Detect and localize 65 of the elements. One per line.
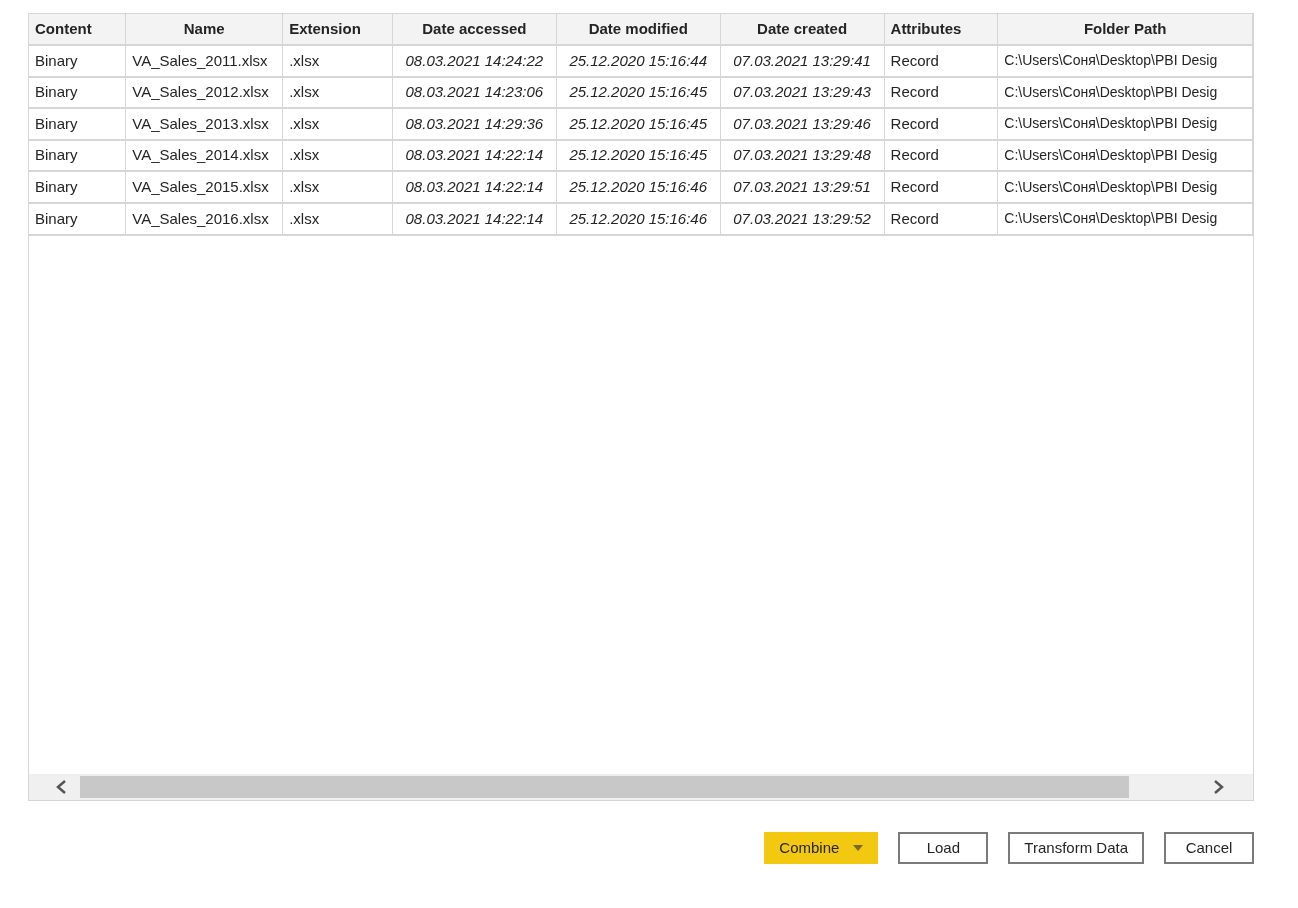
table-cell: Binary [29,108,126,140]
table-cell: .xlsx [282,139,393,172]
table-cell: 07.03.2021 13:29:48 [720,139,885,172]
table-cell: 25.12.2020 15:16:46 [556,171,721,203]
table-cell: 08.03.2021 14:22:14 [392,202,557,235]
column-header[interactable]: Content [29,14,126,45]
table-cell: 08.03.2021 14:23:06 [392,76,557,109]
horizontal-scrollbar[interactable] [29,774,1253,800]
table-cell: Record [884,76,998,109]
column-header[interactable]: Attributes [884,14,998,45]
column-header[interactable]: Date accessed [392,14,557,45]
chevron-right-icon[interactable] [1213,780,1225,794]
table-cell: 25.12.2020 15:16:45 [556,108,721,140]
table-cell: .xlsx [282,45,393,77]
table-cell: Binary [29,76,126,109]
column-header[interactable]: Date modified [556,14,721,45]
table-cell: Record [884,139,998,172]
caret-icon [853,845,864,851]
table-cell: 25.12.2020 15:16:45 [556,76,721,109]
table-cell: 08.03.2021 14:22:14 [392,171,557,203]
table-cell: .xlsx [282,108,393,140]
table-cell: 25.12.2020 15:16:46 [556,202,721,235]
table-cell: 07.03.2021 13:29:51 [720,171,885,203]
table-cell: VA_Sales_2011.xlsx [125,45,283,77]
column-header[interactable]: Date created [720,14,885,45]
table-cell: 08.03.2021 14:24:22 [392,45,557,77]
table-cell: .xlsx [282,76,393,109]
table-cell: C:\Users\Соня\Desktop\PBI Desig [997,45,1253,77]
table-cell: 07.03.2021 13:29:43 [720,76,885,109]
table-cell: VA_Sales_2014.xlsx [125,139,283,172]
table-cell: 08.03.2021 14:29:36 [392,108,557,140]
table-cell: Binary [29,139,126,172]
table-cell: Binary [29,45,126,77]
table-cell: Record [884,202,998,235]
table-cell: Record [884,45,998,77]
table-cell: VA_Sales_2012.xlsx [125,76,283,109]
dialog-button[interactable]: Load [898,832,989,864]
table-cell: Binary [29,202,126,235]
table-cell: VA_Sales_2013.xlsx [125,108,283,140]
table-cell: 07.03.2021 13:29:41 [720,45,885,77]
table-cell: Record [884,171,998,203]
table-cell: 07.03.2021 13:29:46 [720,108,885,140]
table-cell: C:\Users\Соня\Desktop\PBI Desig [997,108,1253,140]
table-cell: C:\Users\Соня\Desktop\PBI Desig [997,171,1253,203]
table-cell: C:\Users\Соня\Desktop\PBI Desig [997,139,1253,172]
column-header[interactable]: Folder Path [997,14,1253,45]
dialog-button[interactable]: Transform Data [1008,832,1144,864]
table-cell: 07.03.2021 13:29:52 [720,202,885,235]
table-cell: VA_Sales_2016.xlsx [125,202,283,235]
scrollbar-thumb[interactable] [80,776,1129,798]
table-cell: .xlsx [282,171,393,203]
table-cell: Binary [29,171,126,203]
table-cell: VA_Sales_2015.xlsx [125,171,283,203]
table-cell: 25.12.2020 15:16:44 [556,45,721,77]
combine-dropdown-button[interactable]: Combine [764,832,879,864]
table-cell: 25.12.2020 15:16:45 [556,139,721,172]
table-cell: Record [884,108,998,140]
table-cell: C:\Users\Соня\Desktop\PBI Desig [997,202,1253,235]
table-cell: C:\Users\Соня\Desktop\PBI Desig [997,76,1253,109]
dialog-button[interactable]: Cancel [1164,832,1254,864]
table-cell: .xlsx [282,202,393,235]
chevron-left-icon[interactable] [55,780,67,794]
column-header[interactable]: Extension [282,14,393,45]
table-cell: 08.03.2021 14:22:14 [392,139,557,172]
column-header[interactable]: Name [125,14,283,45]
